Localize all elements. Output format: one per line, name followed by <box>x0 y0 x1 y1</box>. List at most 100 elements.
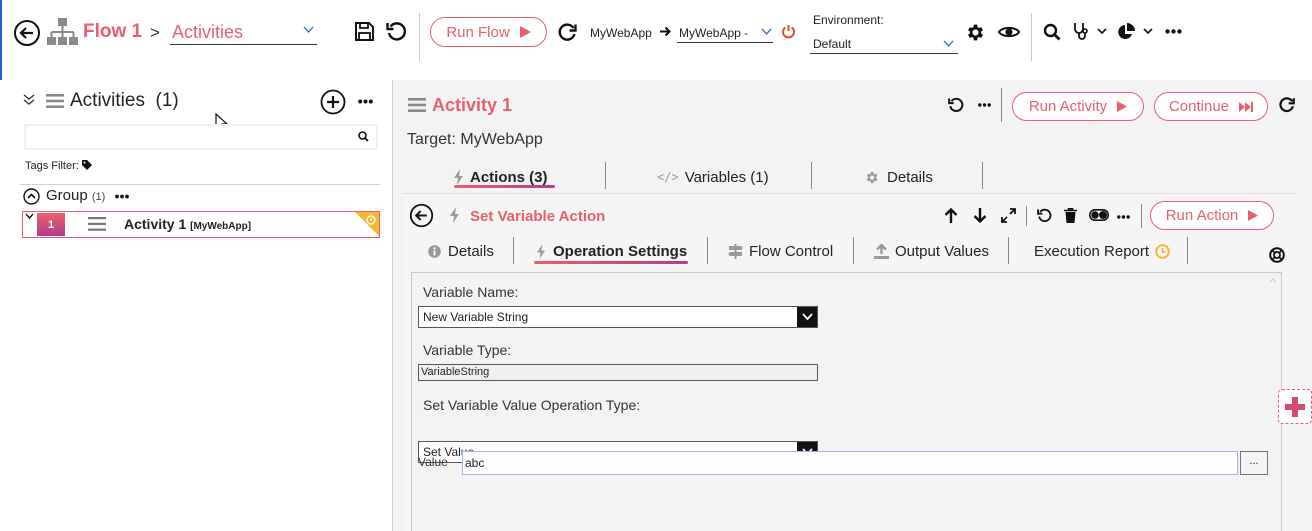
expand-icon[interactable] <box>1001 208 1016 223</box>
action-title[interactable]: Set Variable Action <box>470 208 605 225</box>
drag-handle-icon[interactable] <box>88 217 106 231</box>
activity-editor-panel: Activity 1 Run Activity Continue Target:… <box>393 80 1312 531</box>
list-icon <box>46 94 64 108</box>
value-input[interactable]: abc <box>462 451 1238 475</box>
tab-actions[interactable]: Actions (3) <box>453 167 548 187</box>
more-options-icon[interactable] <box>358 99 373 104</box>
refresh-icon[interactable] <box>558 23 577 42</box>
activities-title: Activities (1) <box>70 90 179 112</box>
more-options-icon[interactable] <box>115 194 129 199</box>
top-toolbar: Flow 1 > Activities Run Flow MyWebApp My… <box>0 0 1312 80</box>
flow-hierarchy-icon <box>46 17 78 47</box>
refresh-icon[interactable] <box>1279 97 1295 113</box>
help-lifebuoy-icon[interactable] <box>1269 247 1285 263</box>
flow-name[interactable]: Flow 1 <box>83 21 142 43</box>
pie-chart-icon[interactable] <box>1117 23 1135 41</box>
activity-index-badge: 1 <box>37 213 65 236</box>
tab-details[interactable]: Details <box>864 167 933 187</box>
subtab-output-values-label: Output Values <box>895 242 989 260</box>
gear-icon <box>866 171 878 183</box>
add-activity-button[interactable] <box>320 89 346 115</box>
lightning-icon <box>454 169 463 185</box>
subtab-details[interactable]: Details <box>428 242 494 260</box>
variable-type-field: VariableString <box>418 364 818 381</box>
tag-icon[interactable] <box>82 160 92 170</box>
arrow-right-icon <box>660 26 671 37</box>
variable-type-label: Variable Type: <box>423 342 512 358</box>
add-action-button[interactable] <box>1278 389 1312 424</box>
run-flow-button[interactable]: Run Flow <box>430 17 547 47</box>
browse-button[interactable]: ... <box>1240 451 1268 475</box>
tab-variables[interactable]: </> Variables (1) <box>657 167 769 187</box>
activity-title[interactable]: Activity 1 <box>432 95 512 116</box>
code-icon: </> <box>657 170 679 184</box>
chevron-down-icon[interactable] <box>1097 28 1107 35</box>
activities-search-input[interactable] <box>25 125 377 149</box>
list-icon <box>408 98 426 112</box>
undo-icon[interactable] <box>386 21 407 42</box>
more-options-icon[interactable] <box>1165 29 1182 34</box>
activity-item-name: Activity 1 [MyWebApp] <box>124 216 251 232</box>
eye-icon[interactable] <box>998 24 1020 40</box>
info-icon <box>428 244 441 258</box>
group-count: (1) <box>91 191 106 203</box>
environment-combo[interactable]: Default <box>810 33 958 54</box>
stethoscope-icon[interactable] <box>1072 22 1089 41</box>
scroll-up-icon[interactable] <box>1269 277 1277 283</box>
continue-button[interactable]: Continue <box>1154 92 1268 121</box>
run-action-label: Run Action <box>1165 207 1239 224</box>
activities-panel: Activities (1) Tags Filter: Group (1) 1 <box>7 80 393 531</box>
save-icon[interactable] <box>354 21 375 42</box>
subtab-output-values[interactable]: Output Values <box>874 242 989 260</box>
group-header[interactable]: Group (1) <box>46 187 105 204</box>
subtab-flow-control[interactable]: Flow Control <box>728 242 833 260</box>
gear-icon[interactable] <box>965 22 986 43</box>
subtab-operation-settings[interactable]: Operation Settings <box>536 242 687 260</box>
value-label: Value <box>418 455 448 469</box>
back-icon[interactable] <box>409 203 434 228</box>
trash-icon[interactable] <box>1064 208 1077 223</box>
activities-combo[interactable]: Activities <box>170 20 317 45</box>
activity-item-target: [MyWebApp] <box>190 221 252 232</box>
expand-chevron-icon[interactable] <box>25 213 34 220</box>
variable-name-value: New Variable String <box>423 310 529 324</box>
arrow-up-icon[interactable] <box>944 208 958 223</box>
run-action-button[interactable]: Run Action <box>1150 201 1274 230</box>
operation-type-label: Set Variable Value Operation Type: <box>423 397 641 413</box>
subtab-execution-report[interactable]: Execution Report <box>1034 242 1170 260</box>
arrow-down-icon[interactable] <box>973 208 987 223</box>
back-icon[interactable] <box>13 19 41 47</box>
undo-icon[interactable] <box>1037 208 1052 223</box>
undo-icon[interactable] <box>948 97 964 113</box>
chevron-down-icon[interactable] <box>1143 28 1153 35</box>
lightning-icon <box>536 243 546 259</box>
more-options-icon[interactable] <box>978 103 991 107</box>
run-activity-button[interactable]: Run Activity <box>1012 92 1144 121</box>
tab-details-label: Details <box>887 168 933 186</box>
power-icon[interactable] <box>781 24 796 39</box>
group-collapse-icon[interactable] <box>23 188 40 205</box>
search-icon[interactable] <box>1043 23 1061 41</box>
tags-filter[interactable]: Tags Filter: <box>25 160 79 172</box>
action-editor: Set Variable Action Run Action Details O… <box>403 193 1296 531</box>
target-app-combo[interactable]: MyWebApp - <box>677 23 773 43</box>
run-flow-label: Run Flow <box>446 23 510 41</box>
clock-icon <box>1155 243 1170 259</box>
skip-forward-icon <box>1239 101 1254 112</box>
lightning-icon <box>449 207 460 223</box>
subtab-operation-settings-label: Operation Settings <box>553 242 688 260</box>
chevron-down-icon <box>761 28 772 36</box>
variable-name-select[interactable]: New Variable String <box>418 306 818 328</box>
play-icon <box>1248 210 1259 221</box>
tab-variables-label: Variables (1) <box>684 168 769 186</box>
activities-count: (1) <box>155 90 179 111</box>
collapse-chevron-icon[interactable] <box>23 94 35 105</box>
continue-label: Continue <box>1168 98 1230 115</box>
operation-settings-form: Variable Name: New Variable String Varia… <box>411 272 1282 531</box>
plus-icon <box>1285 396 1305 417</box>
play-icon <box>1117 101 1128 112</box>
activity-list-item[interactable]: 1 Activity 1 [MyWebApp] <box>22 211 380 238</box>
more-options-icon[interactable] <box>1117 215 1130 219</box>
toggle-icon[interactable] <box>1089 209 1109 221</box>
search-icon <box>358 131 369 142</box>
